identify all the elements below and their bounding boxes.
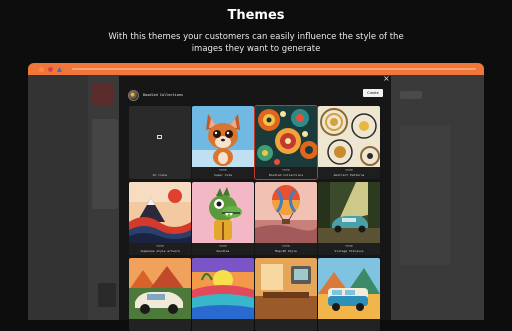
theme-card-sunset-colors[interactable] [192,258,254,331]
theme-image [192,258,254,319]
address-bar[interactable] [72,68,476,70]
window-control-orange-icon[interactable] [39,67,44,72]
theme-title: Map/2D Style [275,249,297,253]
theme-title: Doodles [216,249,230,253]
theme-image [192,182,254,243]
theme-card-none[interactable]: No theme [129,106,191,179]
no-theme-placeholder [129,106,191,179]
theme-image [129,182,191,243]
theme-image [255,258,317,319]
collection-header: Doodled Collections [128,89,184,101]
theme-image [129,258,191,319]
window-titlebar [28,63,484,75]
theme-card-retro-room[interactable] [255,258,317,331]
theme-card-footer: THEME Vintage Vibrance [318,243,380,255]
hero-subtitle: With this themes your customers can easi… [108,32,404,54]
theme-card-vintage-car[interactable] [129,258,191,331]
theme-image [318,182,380,243]
theme-card-japanese-style[interactable]: THEME Japanese style artwork [129,182,191,255]
theme-card-footer: THEME Abstract Patterns [318,167,380,179]
theme-card-retro-van[interactable] [318,258,380,331]
theme-card-vintage-vibrance[interactable]: THEME Vintage Vibrance [318,182,380,255]
theme-title: Super Cute [213,173,233,177]
window-control-triangle-icon[interactable] [57,67,62,72]
theme-tag: THEME [282,169,290,172]
close-icon[interactable]: × [383,75,390,83]
theme-card-footer: THEME Super Cute [192,167,254,179]
theme-card-map-2d-style[interactable]: THEME Map/2D Style [255,182,317,255]
app-panel-right [400,125,450,265]
product-thumb [98,283,116,307]
theme-card-footer: THEME Japanese style artwork [129,243,191,255]
hero-title: Themes [227,8,285,23]
app-sidebar [28,75,88,320]
product-image-placeholder [92,83,114,105]
theme-image [318,106,380,167]
theme-card-footer: THEME Doodles [192,243,254,255]
theme-title: Doodled Collections [268,173,304,177]
theme-tag: THEME [345,245,353,248]
theme-card-doodles[interactable]: THEME Doodles [192,182,254,255]
theme-image [255,182,317,243]
no-theme-label: No theme [152,173,168,177]
theme-tag: THEME [345,169,353,172]
theme-image [255,106,317,167]
app-toolbar-icons [400,91,422,99]
theme-tag: THEME [282,245,290,248]
collection-name: Doodled Collections [143,93,184,97]
theme-picker-modal: × Doodled Collections Create No theme TH… [119,75,391,331]
theme-tag: THEME [219,245,227,248]
theme-image [192,106,254,167]
window-control-red-icon[interactable] [48,67,53,72]
theme-title: Japanese style artwork [140,249,180,253]
collection-avatar [128,89,139,101]
theme-card-abstract-patterns[interactable]: THEME Abstract Patterns [318,106,380,179]
theme-tag: THEME [156,245,164,248]
theme-image [318,258,380,319]
create-button[interactable]: Create [363,89,383,97]
theme-card-doodled-collections[interactable]: THEME Doodled Collections [254,105,318,180]
image-icon [157,135,162,139]
theme-tag: THEME [219,169,227,172]
theme-title: Abstract Patterns [333,173,365,177]
theme-title: Vintage Vibrance [334,249,364,253]
theme-card-super-cute[interactable]: THEME Super Cute [192,106,254,179]
theme-card-footer: THEME Map/2D Style [255,243,317,255]
theme-card-footer: THEME Doodled Collections [255,167,317,179]
product-card [92,119,118,209]
